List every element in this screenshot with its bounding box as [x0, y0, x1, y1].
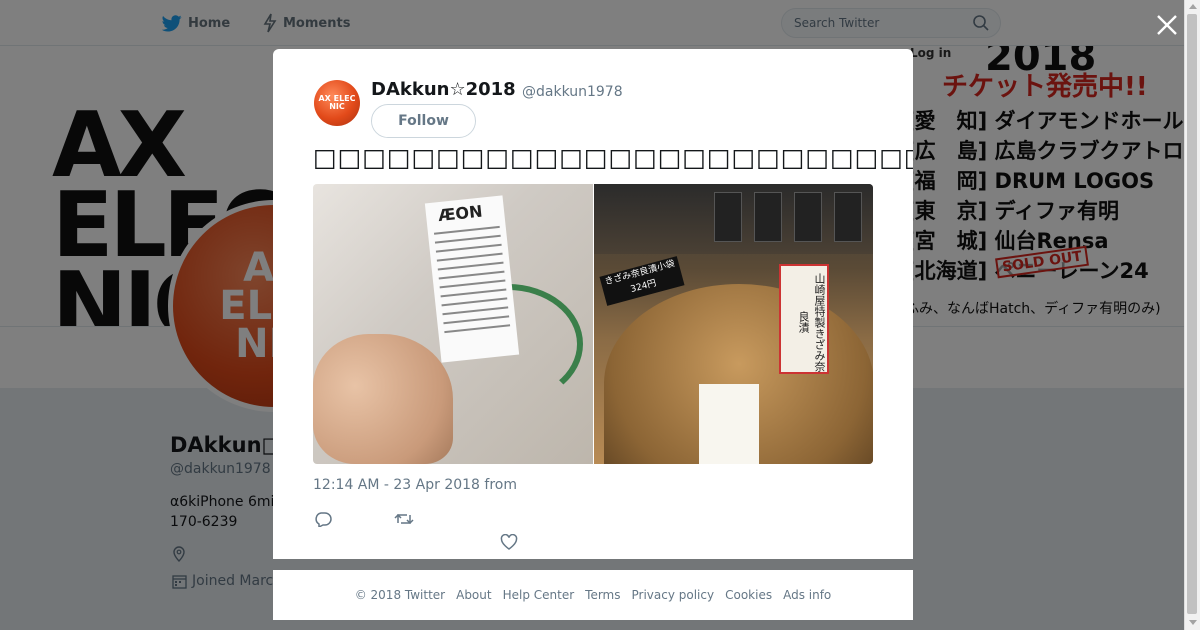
tweet-photo-store-display[interactable]: きざみ奈良漬小袋 324円 山崎屋特製きざみ奈良漬	[594, 184, 873, 464]
footer: © 2018 Twitter About Help Center Terms P…	[273, 570, 913, 620]
hand-image	[313, 334, 453, 464]
footer-link-help-center[interactable]: Help Center	[503, 588, 575, 602]
receipt-image: ÆON	[424, 195, 520, 363]
shelf-item	[834, 192, 862, 242]
store-sign: 山崎屋特製きざみ奈良漬	[779, 264, 829, 374]
snack-bag-image	[699, 384, 759, 464]
follow-button[interactable]: Follow	[371, 104, 476, 138]
tweet-author-name[interactable]: DAkkun☆2018	[371, 79, 516, 100]
heart-icon[interactable]	[500, 534, 518, 550]
retweet-icon[interactable]	[394, 511, 414, 527]
tweet-modal: AX ELEC NIC DAkkun☆2018 @dakkun1978 Foll…	[273, 49, 913, 559]
scrollbar-thumb[interactable]	[1187, 14, 1197, 614]
shelf-row	[594, 184, 873, 254]
close-icon[interactable]	[1154, 12, 1180, 38]
scroll-down-arrow[interactable]	[1189, 620, 1197, 625]
footer-link-terms[interactable]: Terms	[585, 588, 620, 602]
tweet-author-handle[interactable]: @dakkun1978	[522, 84, 623, 100]
footer-link-about[interactable]: About	[456, 588, 491, 602]
scroll-up-arrow[interactable]	[1189, 4, 1197, 9]
tweet-photo-receipt[interactable]: ÆON	[313, 184, 593, 464]
shelf-item	[794, 192, 822, 242]
reply-icon[interactable]	[314, 511, 332, 527]
tweet-photos: ÆON きざみ奈良漬小袋 324円 山崎屋特製きざみ奈良漬	[313, 184, 873, 464]
tweet-author-avatar[interactable]: AX ELEC NIC	[314, 80, 360, 126]
footer-copyright: © 2018 Twitter	[354, 588, 446, 602]
footer-link-ads-info[interactable]: Ads info	[783, 588, 831, 602]
receipt-lines	[433, 225, 511, 340]
tweet-timestamp[interactable]: 12:14 AM - 23 Apr 2018 from	[313, 477, 517, 493]
footer-link-privacy[interactable]: Privacy policy	[632, 588, 715, 602]
shelf-item	[714, 192, 742, 242]
shelf-item	[754, 192, 782, 242]
footer-link-cookies[interactable]: Cookies	[725, 588, 772, 602]
tweet-text: □□□□□□□□□□□□□□□□□□□□□□□□□□□□□□□□□□□□	[313, 143, 913, 172]
receipt-logo: ÆON	[437, 201, 484, 226]
